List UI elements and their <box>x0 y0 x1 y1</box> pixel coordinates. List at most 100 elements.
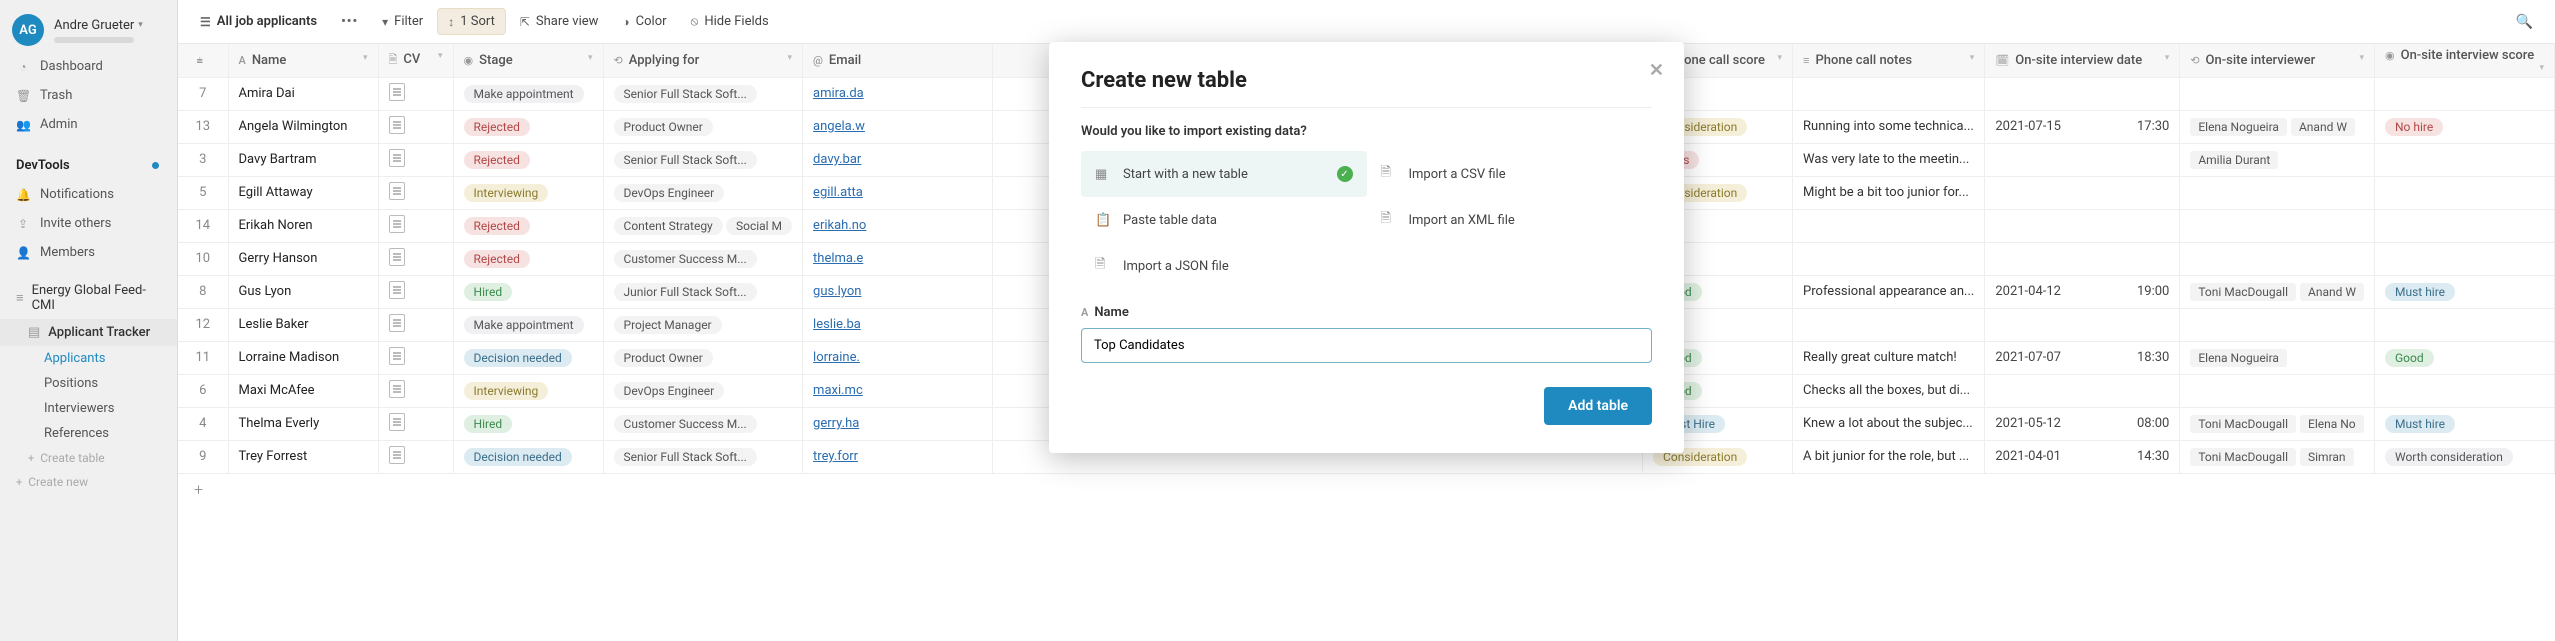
email-link[interactable]: erikah.no <box>813 218 866 233</box>
applying-badge: Customer Success M... <box>614 415 757 433</box>
section-devtools[interactable]: DevTools <box>0 151 177 180</box>
table-link-references[interactable]: References <box>0 421 177 446</box>
cv-file-icon[interactable] <box>389 215 405 233</box>
header-rownum[interactable]: ⩧ <box>178 44 228 77</box>
filter-label: Filter <box>394 14 423 29</box>
email-link[interactable]: davy.bar <box>813 152 861 167</box>
option-import-json[interactable]: 🗎 Import a JSON file <box>1081 243 1367 289</box>
palette-icon: ◑ <box>622 15 629 29</box>
create-table-label: Create table <box>40 451 104 465</box>
option-start-new[interactable]: ▦ Start with a new table ✓ <box>1081 151 1367 197</box>
email-link[interactable]: egill.atta <box>813 185 863 200</box>
header-applying[interactable]: ⟲Applying for▾ <box>603 44 803 77</box>
create-new-link[interactable]: +Create new <box>0 470 177 494</box>
chevron-down-icon: ▾ <box>438 51 443 61</box>
table-link-applicants[interactable]: Applicants <box>0 346 177 371</box>
onsite-score-badge: Good <box>2385 349 2434 367</box>
interviewer-chip: Elena Nogueira <box>2190 349 2287 367</box>
cv-file-icon[interactable] <box>389 182 405 200</box>
workspace-item[interactable]: ≡Energy Global Feed-CMI <box>0 277 177 319</box>
header-name[interactable]: AName▾ <box>228 44 378 77</box>
cv-file-icon[interactable] <box>389 83 405 101</box>
option-paste-data[interactable]: 📋 Paste table data <box>1081 197 1367 243</box>
email-link[interactable]: angela.w <box>813 119 865 134</box>
text-icon: ≡ <box>1803 54 1809 67</box>
user-menu[interactable]: AG Andre Grueter <box>0 8 177 52</box>
cv-file-icon[interactable] <box>389 413 405 431</box>
stage-badge: Decision needed <box>464 448 572 466</box>
cv-file-icon[interactable] <box>389 116 405 134</box>
email-link[interactable]: lorraine. <box>813 350 860 365</box>
cv-file-icon[interactable] <box>389 248 405 266</box>
cv-file-icon[interactable] <box>389 281 405 299</box>
applying-badge: DevOps Engineer <box>614 382 725 400</box>
cv-file-icon[interactable] <box>389 314 405 332</box>
stage-badge: Hired <box>464 415 513 433</box>
filter-icon: ▾ <box>382 15 388 29</box>
create-new-label: Create new <box>28 475 88 489</box>
cv-file-icon[interactable] <box>389 446 405 464</box>
email-link[interactable]: thelma.e <box>813 251 863 266</box>
header-email[interactable]: @Email <box>803 44 993 77</box>
option-import-csv[interactable]: 🗎 Import a CSV file <box>1367 151 1653 197</box>
header-pnotes-label: Phone call notes <box>1815 53 1912 68</box>
chevron-down-icon: ▾ <box>588 53 593 63</box>
cv-file-icon[interactable] <box>389 347 405 365</box>
email-link[interactable]: gerry.ha <box>813 416 859 431</box>
cv-file-icon[interactable] <box>389 149 405 167</box>
header-phone-notes[interactable]: ≡Phone call notes▾ <box>1793 44 1985 77</box>
header-cv[interactable]: 🗎CV▾ <box>378 44 453 77</box>
applying-badge: Customer Success M... <box>614 250 757 268</box>
stage-badge: Decision needed <box>464 349 572 367</box>
tracker-item[interactable]: ▤Applicant Tracker <box>0 319 177 346</box>
nav-invite[interactable]: ⇪Invite others <box>0 209 177 238</box>
add-table-button[interactable]: Add table <box>1544 387 1652 425</box>
filter-button[interactable]: ▾ Filter <box>372 9 433 34</box>
header-onsite-date[interactable]: 🗓On-site interview date▾ <box>1985 44 2180 77</box>
applying-badge: Senior Full Stack Soft... <box>614 85 757 103</box>
toolbar: ☰All job applicants ••• ▾Filter ↕1 Sort … <box>178 0 2555 44</box>
nav-members[interactable]: 👤Members <box>0 238 177 267</box>
link-icon: ⟲ <box>2190 54 2199 67</box>
nav-admin[interactable]: 👥Admin <box>0 110 177 139</box>
email-link[interactable]: leslie.ba <box>813 317 861 332</box>
divider <box>1081 107 1652 108</box>
option-import-xml[interactable]: 🗎 Import an XML file <box>1367 197 1653 243</box>
email-link[interactable]: amira.da <box>813 86 864 101</box>
share-view-button[interactable]: ⇱Share view <box>510 9 609 34</box>
add-row-button[interactable]: + <box>178 474 2555 505</box>
chevron-down-icon: ▾ <box>788 53 793 63</box>
stage-badge: Rejected <box>464 151 530 169</box>
header-onsite-interviewer[interactable]: ⟲On-site interviewer▾ <box>2180 44 2375 77</box>
applying-badge: DevOps Engineer <box>614 184 725 202</box>
header-onsite-score[interactable]: ◉On-site interview score▾ <box>2375 44 2555 77</box>
email-link[interactable]: maxi.mc <box>813 383 863 398</box>
hide-fields-button[interactable]: ⦸Hide Fields <box>681 9 779 34</box>
file-icon: 🗎 <box>1095 255 1111 277</box>
nav-trash[interactable]: 🗑Trash <box>0 81 177 110</box>
create-table-link[interactable]: + Create table <box>0 446 177 470</box>
applying-badge: Project Manager <box>614 316 722 334</box>
modal-question: Would you like to import existing data? <box>1081 124 1652 139</box>
table-link-positions[interactable]: Positions <box>0 371 177 396</box>
user-subtitle-placeholder <box>54 37 134 43</box>
search-button[interactable]: 🔍 <box>2506 9 2543 35</box>
email-link[interactable]: trey.forr <box>813 449 858 464</box>
interviewer-chip: Toni MacDougall <box>2190 448 2296 466</box>
cv-file-icon[interactable] <box>389 380 405 398</box>
table-name-input[interactable] <box>1081 328 1652 363</box>
nav-dashboard[interactable]: ◔Dashboard <box>0 52 177 81</box>
view-selector[interactable]: ☰All job applicants <box>190 9 327 34</box>
sort-button[interactable]: ↕1 Sort <box>437 8 506 35</box>
email-link[interactable]: gus.lyon <box>813 284 861 299</box>
color-button[interactable]: ◑Color <box>612 9 676 34</box>
plus-icon: + <box>28 452 34 465</box>
close-button[interactable]: ✕ <box>1649 60 1664 81</box>
main: ☰All job applicants ••• ▾Filter ↕1 Sort … <box>178 0 2555 641</box>
calendar-icon: 🗓 <box>1995 54 2009 67</box>
nav-notifications[interactable]: 🔔Notifications <box>0 180 177 209</box>
header-stage[interactable]: ◉Stage▾ <box>453 44 603 77</box>
onsite-score-badge: Must hire <box>2385 415 2455 433</box>
table-link-interviewers[interactable]: Interviewers <box>0 396 177 421</box>
view-options-button[interactable]: ••• <box>331 9 368 34</box>
